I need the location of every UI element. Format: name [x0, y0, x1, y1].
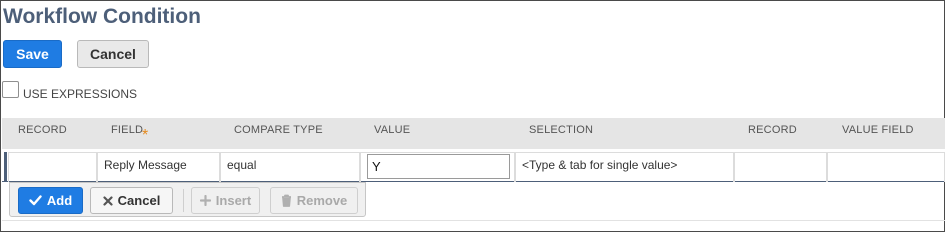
column-header-selection[interactable]: SELECTION — [529, 124, 593, 136]
workflow-condition-frame: Workflow Condition Save Cancel USE EXPRE… — [0, 0, 945, 232]
cell-compare-type[interactable]: equal — [220, 152, 360, 182]
plus-icon — [199, 195, 211, 206]
cancel-row-label: Cancel — [117, 193, 161, 208]
insert-row-label: Insert — [215, 193, 252, 208]
use-expressions-checkbox[interactable] — [2, 81, 19, 98]
toolbar-divider — [183, 189, 184, 212]
cell-selection[interactable]: <Type & tab for single value> — [515, 152, 734, 182]
use-expressions-label: USE EXPRESSIONS — [23, 87, 138, 101]
column-header-compare-type[interactable]: COMPARE TYPE — [234, 124, 323, 136]
insert-row-button[interactable]: Insert — [191, 187, 260, 214]
remove-row-label: Remove — [296, 193, 348, 208]
page-title: Workflow Condition — [3, 5, 201, 28]
save-button[interactable]: Save — [3, 40, 62, 68]
grid-bottom-divider — [2, 220, 945, 221]
remove-row-button[interactable]: Remove — [270, 187, 358, 214]
row-edit-toolbar: Add Cancel Insert Remove — [9, 182, 366, 217]
column-header-record[interactable]: RECORD — [18, 124, 67, 136]
cell-field[interactable]: Reply Message — [97, 152, 220, 182]
value-input[interactable] — [367, 154, 510, 179]
add-row-label: Add — [46, 193, 73, 208]
cell-record-2[interactable] — [734, 152, 827, 182]
cell-record[interactable] — [8, 152, 97, 182]
table-row[interactable]: Reply Message equal <Type & tab for sing… — [2, 149, 945, 182]
add-row-button[interactable]: Add — [18, 187, 83, 214]
column-header-value-field[interactable]: VALUE FIELD — [842, 124, 914, 136]
cancel-button[interactable]: Cancel — [77, 40, 149, 68]
trash-icon — [281, 194, 292, 207]
column-header-value[interactable]: VALUE — [374, 124, 410, 136]
column-header-record-2[interactable]: RECORD — [748, 124, 797, 136]
cell-value-field[interactable] — [827, 152, 945, 182]
grid-header: RECORD FIELD * COMPARE TYPE VALUE SELECT… — [2, 118, 945, 149]
x-icon — [103, 195, 113, 206]
cancel-row-button[interactable]: Cancel — [90, 187, 173, 214]
column-header-field[interactable]: FIELD — [111, 124, 143, 136]
row-selected-marker — [4, 152, 7, 182]
check-icon — [29, 195, 42, 206]
required-asterisk-icon: * — [142, 127, 149, 144]
